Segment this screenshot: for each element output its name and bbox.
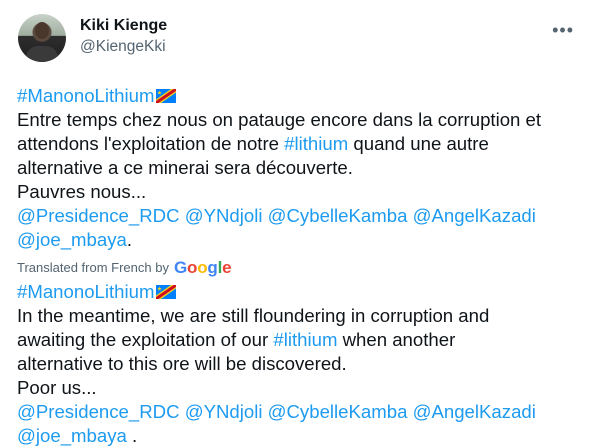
translated-hashtag-line: #ManonoLithium xyxy=(17,280,576,304)
translated-line-2-pre: awaiting the exploitation of our xyxy=(17,329,274,350)
translation-attribution[interactable]: Translated from French by Google xyxy=(17,256,576,280)
translated-line-4: Poor us... xyxy=(17,377,97,398)
original-line-2-pre: attendons l'exploitation de notre xyxy=(17,133,285,154)
drc-flag-icon xyxy=(156,285,177,299)
translated-mentions-1[interactable]: @Presidence_RDC @YNdjoli @CybelleKamba @… xyxy=(17,400,576,424)
original-mentions-line-2: @joe_mbaya. xyxy=(17,228,576,252)
avatar[interactable] xyxy=(18,14,66,62)
translated-lithium-link[interactable]: #lithium xyxy=(273,329,337,350)
original-line-2: attendons l'exploitation de notre #lithi… xyxy=(17,132,576,156)
translated-line-3: alternative to this ore will be discover… xyxy=(17,353,347,374)
avatar-shirt xyxy=(26,46,58,62)
hashtag-link[interactable]: #ManonoLithium xyxy=(17,85,154,106)
translated-hashtag-link[interactable]: #ManonoLithium xyxy=(17,281,154,302)
drc-flag-icon xyxy=(156,89,177,103)
author-handle[interactable]: @KiengeKki xyxy=(80,36,167,58)
lithium-hashtag-link[interactable]: #lithium xyxy=(284,133,348,154)
author-display-name[interactable]: Kiki Kienge xyxy=(80,16,167,36)
tweet-card: Kiki Kienge @KiengeKki ••• #ManonoLithiu… xyxy=(0,0,590,446)
translated-mention-joe-mbaya[interactable]: @joe_mbaya xyxy=(17,425,127,446)
original-mentions-1[interactable]: @Presidence_RDC @YNdjoli @CybelleKamba @… xyxy=(17,204,576,228)
tweet-body: #ManonoLithium Entre temps chez nous on … xyxy=(17,84,576,448)
original-hashtag-line: #ManonoLithium xyxy=(17,84,576,108)
more-options-icon[interactable]: ••• xyxy=(552,20,574,41)
translated-line-2-post: when another xyxy=(337,329,456,350)
translated-line-2: awaiting the exploitation of our #lithiu… xyxy=(17,328,576,352)
original-line-1: Entre temps chez nous on patauge encore … xyxy=(17,109,542,130)
original-mentions-suffix: . xyxy=(126,229,133,250)
mention-joe-mbaya[interactable]: @joe_mbaya xyxy=(17,229,127,250)
tweet-header: Kiki Kienge @KiengeKki ••• xyxy=(18,12,576,68)
original-line-4: Pauvres nous... xyxy=(17,181,147,202)
google-logo: Google xyxy=(173,258,232,277)
author-names: Kiki Kienge @KiengeKki xyxy=(80,16,167,58)
original-line-2-post: quand une autre xyxy=(348,133,489,154)
original-line-3: alternative a ce minerai sera découverte… xyxy=(17,157,353,178)
avatar-face xyxy=(35,22,49,39)
translation-label: Translated from French by xyxy=(17,260,169,275)
translated-mentions-suffix: . xyxy=(126,425,138,446)
translated-line-1: In the meantime, we are still flounderin… xyxy=(17,305,490,326)
